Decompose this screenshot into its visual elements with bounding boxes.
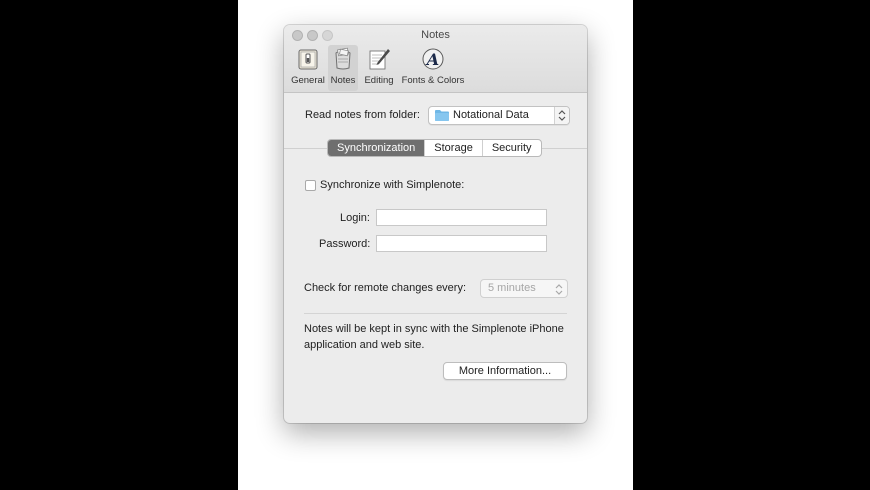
toolbar-item-fonts-colors[interactable]: A Fonts & Colors [398, 45, 468, 91]
popup-stepper [554, 107, 569, 124]
switch-icon [298, 49, 318, 70]
check-interval-label: Check for remote changes every: [304, 282, 467, 294]
toolbar-item-editing[interactable]: Editing [362, 45, 396, 91]
folder-popup[interactable]: Notational Data [428, 106, 570, 125]
font-a-icon: A [422, 48, 444, 70]
up-down-chevron-icon [555, 284, 563, 295]
login-label: Login: [340, 212, 370, 224]
notes-jar-icon [335, 47, 351, 70]
toolbar-item-general[interactable]: General [288, 45, 328, 91]
tab-bar: Synchronization Storage Security [327, 139, 542, 157]
tab-storage[interactable]: Storage [424, 140, 482, 156]
window-title: Notes [421, 29, 450, 41]
tab-security[interactable]: Security [481, 140, 541, 156]
pencil-paper-icon [369, 49, 390, 70]
folder-icon [435, 110, 449, 121]
more-information-button[interactable]: More Information... [443, 362, 567, 380]
folder-label: Read notes from folder: [305, 109, 420, 121]
separator [304, 313, 567, 314]
up-down-chevron-icon [558, 110, 566, 121]
toolbar-label-fonts-colors: Fonts & Colors [401, 75, 465, 86]
login-field[interactable] [376, 209, 547, 226]
check-interval-value: 5 minutes [488, 282, 536, 294]
svg-text:A: A [425, 50, 439, 69]
toolbar-label-notes: Notes [330, 75, 356, 86]
toolbar-label-editing: Editing [364, 75, 394, 86]
sync-info-text: Notes will be kept in sync with the Simp… [304, 323, 564, 351]
folder-popup-value: Notational Data [453, 109, 529, 121]
sync-checkbox-label: Synchronize with Simplenote: [320, 179, 465, 191]
toolbar-item-notes[interactable]: Notes [328, 45, 358, 91]
password-field[interactable] [376, 235, 547, 252]
password-label: Password: [319, 238, 371, 250]
toolbar-label-general: General [291, 75, 325, 86]
tab-synchronization[interactable]: Synchronization [328, 140, 425, 156]
sync-checkbox[interactable] [305, 180, 316, 191]
title-bar: Notes General Notes Editing A Fonts & Co… [284, 25, 587, 93]
check-interval-popup[interactable]: 5 minutes [480, 279, 568, 298]
